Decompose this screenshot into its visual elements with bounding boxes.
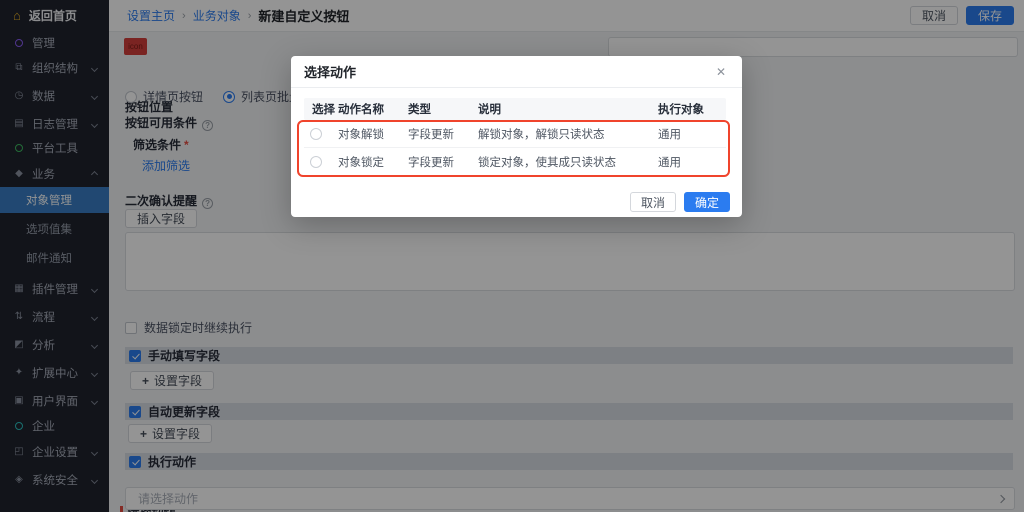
table-row[interactable]: 对象解锁 字段更新 解锁对象，解锁只读状态 通用 bbox=[304, 120, 726, 148]
cell-action-name: 对象解锁 bbox=[338, 126, 384, 142]
modal-footer: 取消 确定 bbox=[630, 192, 730, 212]
column-header-action-name: 动作名称 bbox=[338, 101, 384, 117]
close-icon[interactable]: ✕ bbox=[716, 66, 726, 78]
cell-description: 解锁对象，解锁只读状态 bbox=[478, 126, 605, 142]
cell-target: 通用 bbox=[658, 126, 681, 142]
modal-ok-button[interactable]: 确定 bbox=[684, 192, 730, 212]
row-radio[interactable] bbox=[310, 156, 322, 168]
column-header-description: 说明 bbox=[478, 101, 501, 117]
cell-type: 字段更新 bbox=[408, 126, 454, 142]
column-header-type: 类型 bbox=[408, 101, 431, 117]
app-window: ⌂ 返回首页 管理 组织结构 数据 日志管理 平台工具 业务 bbox=[0, 0, 1024, 512]
modal-cancel-button[interactable]: 取消 bbox=[630, 192, 676, 212]
row-radio[interactable] bbox=[310, 128, 322, 140]
select-action-modal: 选择动作 ✕ 选择 动作名称 类型 说明 执行对象 对象解锁 字段更新 解锁对象… bbox=[291, 56, 742, 217]
column-header-select: 选择 bbox=[312, 101, 335, 117]
cell-description: 锁定对象，使其成只读状态 bbox=[478, 154, 616, 170]
action-table: 选择 动作名称 类型 说明 执行对象 对象解锁 字段更新 解锁对象，解锁只读状态… bbox=[304, 98, 726, 176]
table-header-row: 选择 动作名称 类型 说明 执行对象 bbox=[304, 98, 726, 120]
modal-header: 选择动作 ✕ bbox=[291, 56, 742, 88]
cell-type: 字段更新 bbox=[408, 154, 454, 170]
modal-title: 选择动作 bbox=[304, 62, 356, 81]
column-header-target: 执行对象 bbox=[658, 101, 704, 117]
cell-action-name: 对象锁定 bbox=[338, 154, 384, 170]
table-row[interactable]: 对象锁定 字段更新 锁定对象，使其成只读状态 通用 bbox=[304, 148, 726, 176]
cell-target: 通用 bbox=[658, 154, 681, 170]
